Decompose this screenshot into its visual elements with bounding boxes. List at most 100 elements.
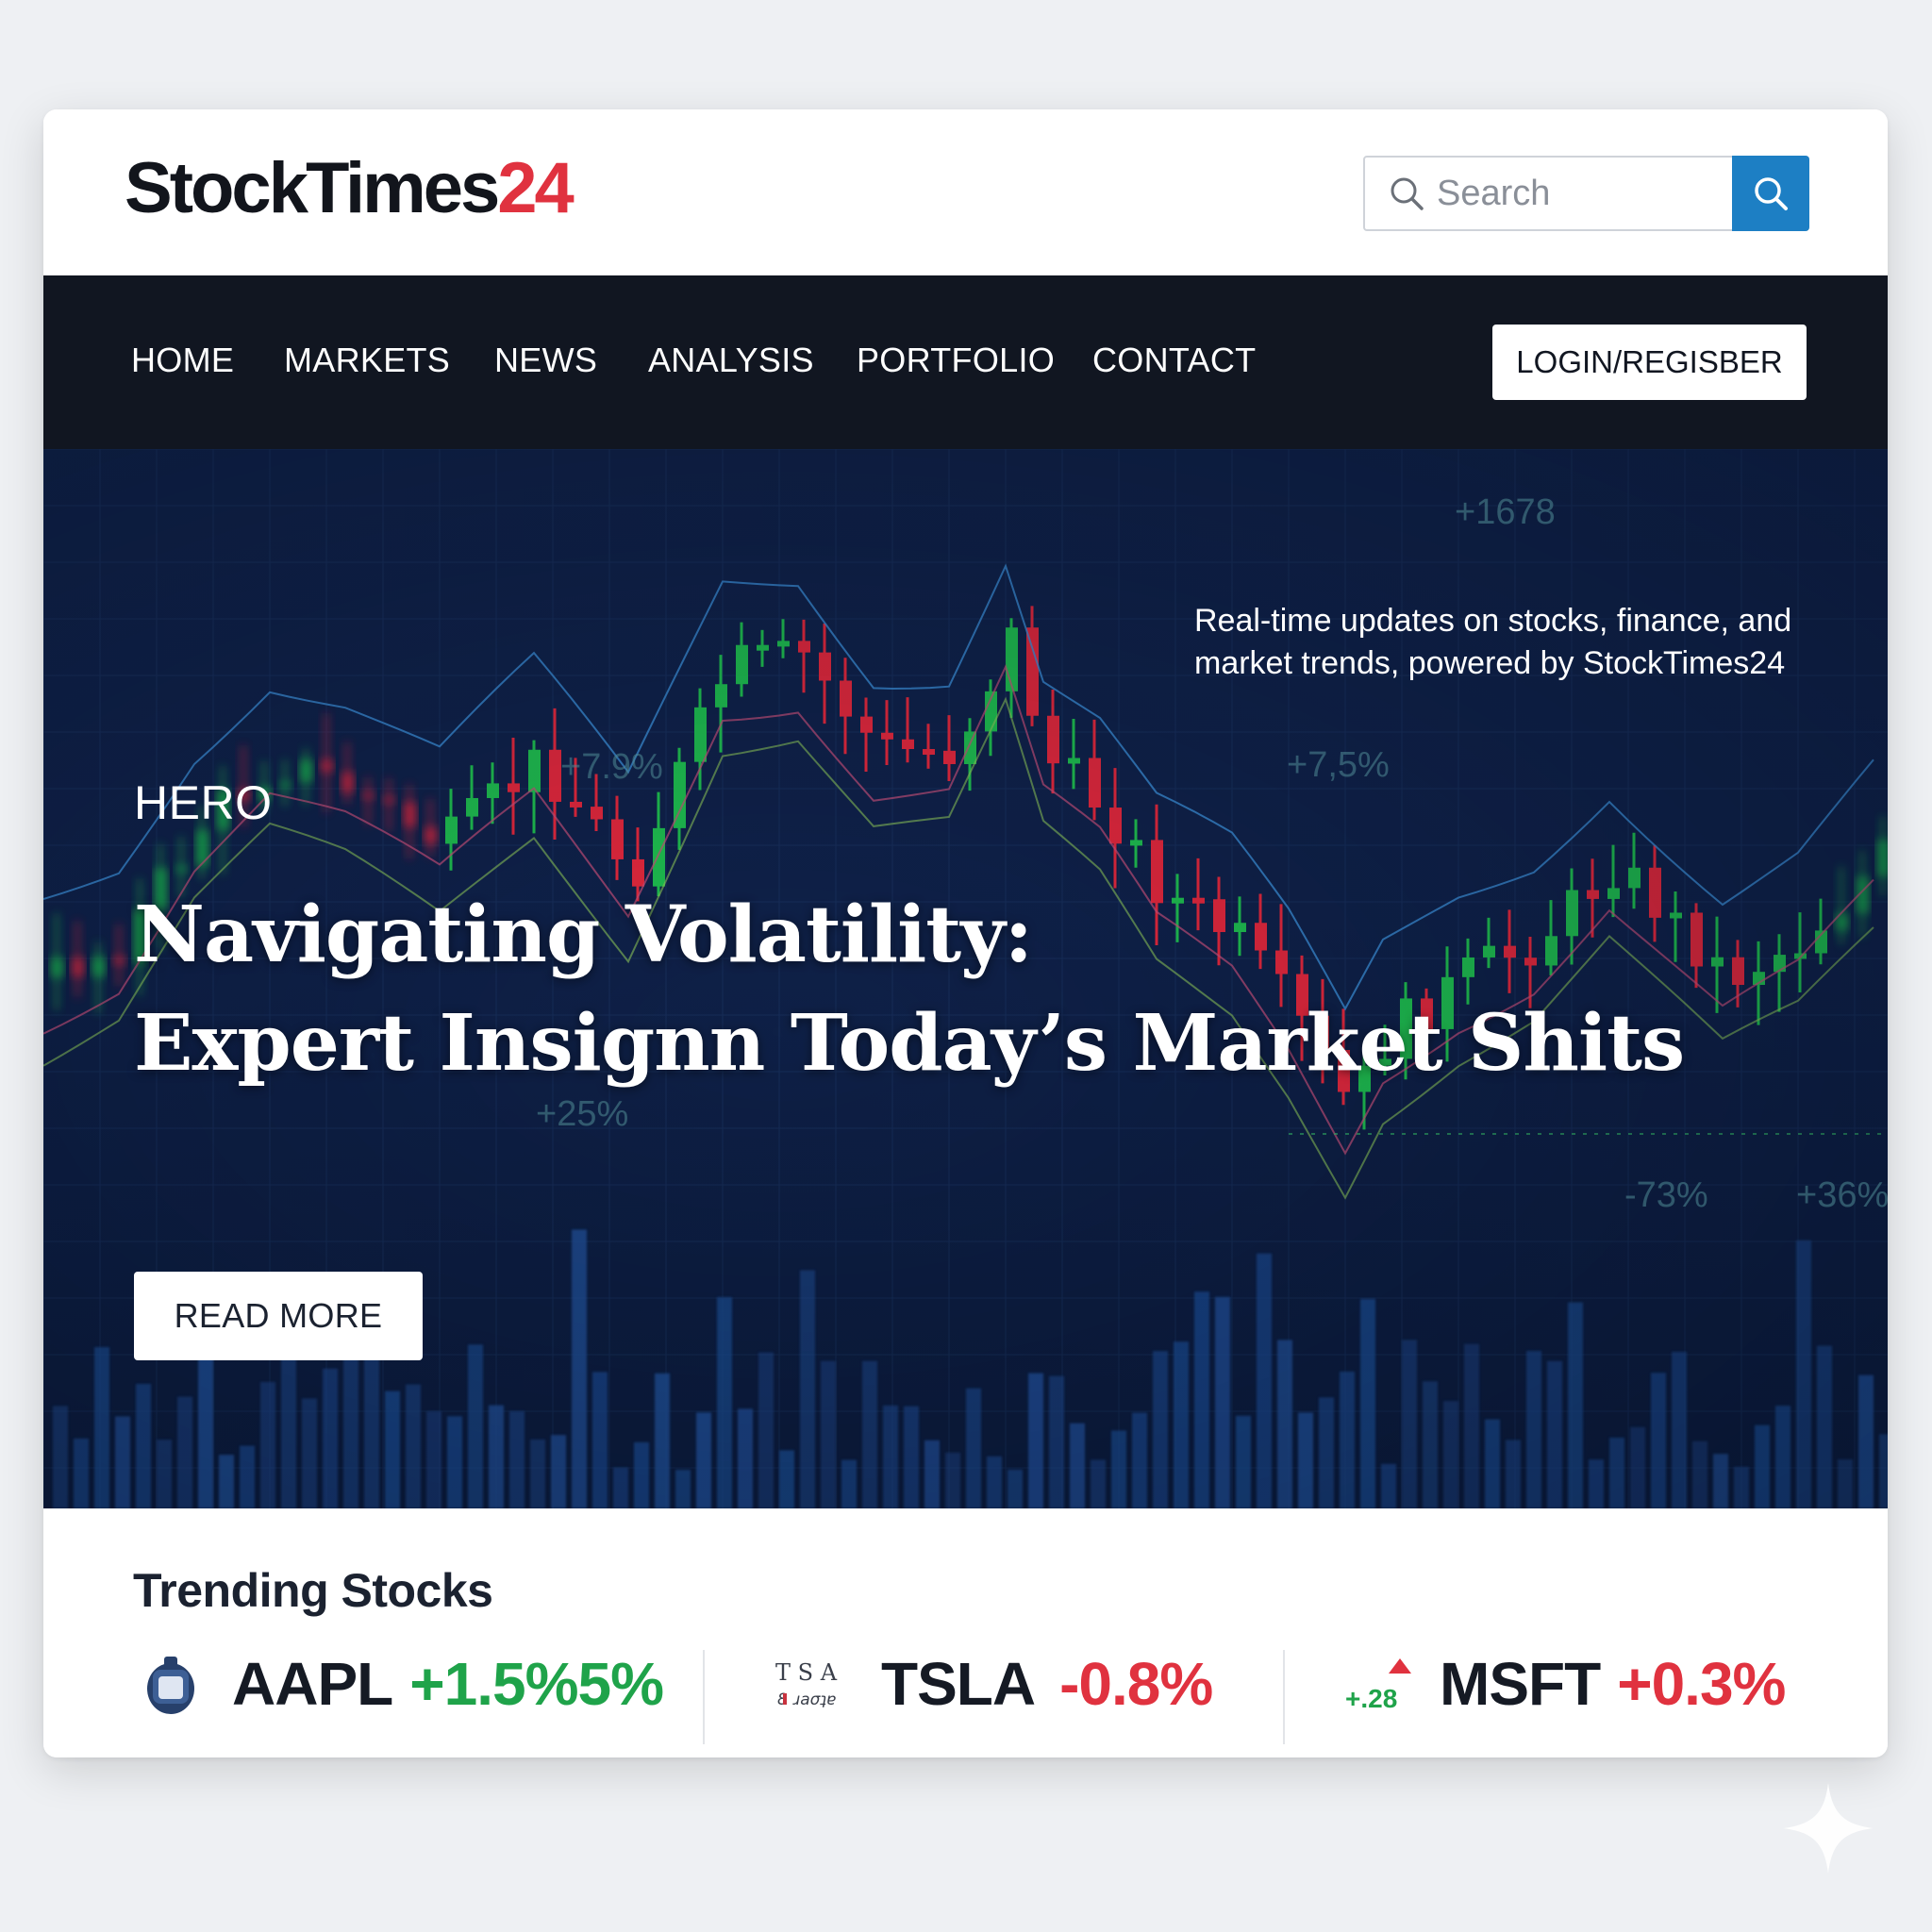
sparkle-icon [1783,1783,1874,1874]
volume-bar [738,1408,753,1508]
volume-bar [1755,1424,1770,1508]
volume-bar [1838,1458,1853,1508]
volume-bar [966,1388,981,1508]
hero-headline-line: Navigating Volatility: [134,890,1033,980]
site-logo[interactable]: StockTimes24 [125,153,575,225]
volume-bar [468,1344,483,1508]
volume-bar [675,1470,691,1508]
candle [736,622,748,697]
volume-bar [1174,1341,1189,1508]
volume-bar [1443,1401,1458,1508]
header: StockTimes24 [43,109,1888,275]
candle [113,924,125,987]
volume-bar [260,1381,275,1508]
search-icon [1391,177,1424,210]
candle [72,921,84,997]
candle [860,697,873,772]
msft-logo-icon: +.28 [1345,1658,1411,1713]
candle [321,713,333,813]
candle [674,747,686,850]
volume-bar [1464,1343,1479,1508]
volume-bar [1153,1351,1168,1508]
nav-item-news[interactable]: NEWS [494,340,597,380]
hero-overlay-value: +7,5% [1287,745,1390,785]
volume-bar [1008,1469,1023,1508]
nav-item-markets[interactable]: MARKETS [284,340,450,380]
candle [715,655,727,753]
login-register-button[interactable]: LOGIN/REGISBER [1492,325,1807,400]
volume-bar [1568,1302,1583,1508]
candle [840,658,852,755]
candle [1047,690,1059,794]
stock-change: +1.5%5% [409,1650,664,1718]
nav-item-contact[interactable]: CONTACT [1092,340,1256,380]
volume-bar [302,1398,317,1508]
volume-bar [1775,1406,1790,1508]
volume-bar [1485,1419,1500,1508]
stock-change: -0.8% [1059,1650,1213,1718]
stock-item-tsla[interactable]: T S A 8 ɹaσʇɐ TSLA -0.8% [774,1646,1213,1722]
stock-change: +0.3% [1617,1650,1786,1718]
volume-bar [1028,1373,1043,1508]
volume-bar [1111,1430,1126,1508]
volume-bar [1132,1412,1147,1508]
candle [508,737,520,835]
volume-bar [1630,1426,1645,1508]
volume-bar [1858,1374,1874,1508]
volume-bar [862,1360,877,1508]
hero-overlay-value: +7.9% [560,747,663,787]
volume-bar [157,1440,172,1508]
search-input[interactable] [1437,165,1720,222]
candle [279,759,291,807]
stock-divider [703,1650,705,1744]
stock-item-aapl[interactable]: AAPL +1.5%5% [142,1646,664,1722]
main-nav: HOME MARKETS NEWS ANALYSIS PORTFOLIO CON… [43,275,1888,449]
hero-headline[interactable]: Navigating Volatility: Expert Insignn To… [134,881,1738,1098]
volume-bar [1402,1340,1417,1508]
nav-item-home[interactable]: HOME [131,340,234,380]
volume-bar [572,1229,587,1508]
volume-bar [1070,1423,1085,1508]
candle [902,697,914,763]
candle [1089,719,1101,821]
volume-bar [447,1416,462,1508]
volume-bar [219,1455,234,1508]
volume-bar [1526,1350,1541,1508]
nav-item-portfolio[interactable]: PORTFOLIO [857,340,1055,380]
logo-accent-text: 24 [497,148,575,228]
read-more-button[interactable]: READ MORE [134,1272,423,1360]
logo-text: StockTimes [125,148,500,228]
candle [1068,719,1080,790]
volume-bar [1360,1298,1375,1508]
volume-bar [1651,1373,1666,1508]
volume-bar [1194,1291,1209,1508]
candle [404,784,416,859]
stock-ticker: AAPL [232,1650,393,1718]
stock-item-msft[interactable]: +.28 MSFT +0.3% [1343,1646,1786,1722]
candle [943,715,956,782]
volume-bar [987,1456,1002,1508]
nav-item-analysis[interactable]: ANALYSIS [648,340,814,380]
hero-overlay-value: +25% [536,1094,629,1134]
volume-bar [841,1459,857,1508]
candle [757,629,769,667]
tesla-logo-icon: T S A 8 ɹaσʇɐ [775,1659,838,1709]
volume-bar [385,1391,400,1508]
candle [819,623,831,724]
volume-bar [94,1347,109,1508]
hero-section: +1678 +7.9% +7,5% -73% +25% +36% Real-ti… [43,449,1888,1508]
volume-bar [779,1450,794,1508]
candle [466,765,478,830]
volume-bar [883,1405,898,1508]
hero-headline-line: Expert Insignn Today’s Market Shits [134,997,1685,1089]
trending-stocks-section: Trending Stocks AAPL +1.5%5% T S A 8 ɹaσ… [43,1508,1888,1757]
hero-tagline: Real-time updates on stocks, finance, an… [1194,603,1792,681]
candle [341,741,354,805]
volume-bar [613,1467,628,1508]
volume-bar [634,1441,649,1508]
volume-bar [800,1270,815,1508]
volume-bar [655,1373,670,1508]
volume-bar [530,1439,545,1508]
volume-bar [1609,1437,1624,1508]
search-button[interactable] [1732,156,1809,231]
